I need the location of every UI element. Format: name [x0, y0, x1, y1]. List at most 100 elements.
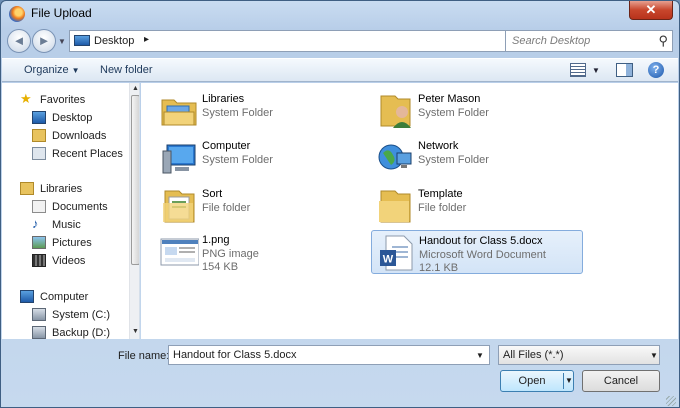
file-name: Network — [418, 140, 459, 152]
drive-icon — [32, 326, 46, 339]
open-options-dropdown-icon[interactable]: ▼ — [565, 371, 573, 391]
file-item-template[interactable]: Template File folder — [371, 184, 583, 228]
drive-icon — [32, 308, 46, 321]
music-icon: ♪ — [32, 216, 39, 231]
search-input[interactable]: Search Desktop — [512, 35, 590, 47]
png-thumbnail-icon — [160, 238, 199, 266]
resize-grip[interactable] — [666, 396, 676, 406]
file-name: Template — [418, 188, 463, 200]
scroll-up-icon[interactable]: ▲ — [131, 85, 139, 94]
file-upload-dialog: File Upload ✕ ◄ ► ▼ Desktop ▸ ▼ ⟳ Search… — [0, 0, 680, 408]
file-name: Libraries — [202, 93, 245, 105]
file-item-network[interactable]: Network System Folder — [371, 136, 583, 180]
address-bar[interactable]: Desktop ▸ ▼ — [69, 30, 517, 52]
file-name: Handout for Class 5.docx — [419, 235, 543, 247]
sidebar-item-label: Favorites — [40, 94, 86, 106]
file-type: System Folder — [202, 107, 273, 119]
organize-label: Organize — [24, 64, 69, 76]
command-bar: Organize ▼ New folder ▼ ? — [2, 58, 678, 82]
desktop-icon — [32, 111, 46, 124]
network-icon — [378, 144, 412, 170]
window-title: File Upload — [31, 6, 92, 20]
preview-pane-icon[interactable] — [616, 63, 633, 77]
back-button[interactable]: ◄ — [7, 29, 31, 53]
folder-icon — [379, 190, 411, 223]
sidebar-item-label: Videos — [52, 255, 86, 267]
breadcrumb-chevron-icon[interactable]: ▸ — [144, 34, 149, 45]
new-folder-button[interactable]: New folder — [100, 64, 153, 76]
help-icon[interactable]: ? — [648, 62, 664, 78]
address-text[interactable]: Desktop — [94, 35, 134, 47]
file-name: Computer — [202, 140, 251, 152]
file-type: System Folder — [202, 154, 273, 166]
close-button[interactable]: ✕ — [629, 1, 673, 20]
svg-text:W: W — [383, 254, 394, 266]
desktop-icon — [74, 35, 90, 46]
file-type: File folder — [202, 202, 251, 214]
file-size: 12.1 KB — [419, 262, 459, 274]
file-item-peter-mason[interactable]: Peter Mason System Folder — [371, 89, 583, 133]
libraries-icon — [20, 182, 34, 195]
sidebar-item-label: Documents — [52, 201, 108, 213]
downloads-folder-icon — [32, 129, 46, 142]
recent-places-icon — [32, 147, 46, 160]
videos-icon — [32, 254, 46, 267]
sidebar-item-label: Libraries — [40, 183, 83, 195]
sidebar-item-label: Desktop — [52, 112, 93, 124]
folder-icon — [163, 190, 195, 223]
file-item-handout-docx[interactable]: W Handout for Class 5.docx Microsoft Wor… — [371, 230, 583, 274]
star-icon: ★ — [20, 91, 32, 106]
file-item-libraries[interactable]: Libraries System Folder — [155, 89, 367, 133]
file-name: Sort — [202, 188, 223, 200]
cancel-button[interactable]: Cancel — [582, 370, 660, 392]
file-item-computer[interactable]: Computer System Folder — [155, 136, 367, 180]
file-type: System Folder — [418, 154, 489, 166]
sidebar-item-label: Pictures — [52, 237, 92, 249]
dialog-footer: File name: Handout for Class 5.docx ▼ Al… — [2, 340, 678, 408]
file-name-input[interactable]: Handout for Class 5.docx — [168, 345, 490, 365]
file-name-dropdown-icon[interactable]: ▼ — [476, 351, 484, 360]
file-name: Peter Mason — [418, 93, 481, 105]
chevron-down-icon: ▼ — [71, 66, 80, 75]
file-size: 154 KB — [202, 261, 239, 273]
computer-icon — [162, 144, 196, 174]
split-divider — [563, 373, 564, 389]
title-bar[interactable]: File Upload ✕ — [1, 1, 679, 27]
sidebar-item-label: System (C:) — [52, 309, 111, 321]
libraries-icon — [161, 99, 197, 126]
file-type-select[interactable]: All Files (*.*) — [498, 345, 660, 365]
file-item-sort[interactable]: Sort File folder — [155, 184, 367, 228]
scroll-down-icon[interactable]: ▼ — [131, 328, 139, 337]
pictures-icon — [32, 236, 46, 249]
sidebar-item-label: Recent Places — [52, 148, 123, 160]
sidebar-item-label: Music — [52, 219, 81, 231]
file-list: Libraries System Folder Peter Mason Syst… — [141, 83, 678, 339]
sidebar-item-label: Downloads — [52, 130, 107, 142]
organize-menu[interactable]: Organize ▼ — [24, 64, 80, 76]
file-type: File folder — [418, 202, 467, 214]
search-icon[interactable]: ⚲ — [658, 33, 668, 49]
documents-icon — [32, 200, 46, 213]
file-name: 1.png — [202, 234, 230, 246]
computer-icon — [20, 290, 34, 303]
forward-button[interactable]: ► — [32, 29, 56, 53]
open-button-label: Open — [518, 375, 546, 387]
file-item-1-png[interactable]: 1.png PNG image 154 KB — [155, 230, 367, 274]
navigation-bar: ◄ ► ▼ Desktop ▸ ▼ ⟳ Search Desktop ⚲ — [7, 29, 673, 53]
change-view-icon[interactable] — [570, 63, 586, 77]
file-type-dropdown-icon[interactable]: ▼ — [650, 351, 658, 360]
word-document-icon: W — [380, 235, 413, 271]
open-button[interactable]: Open ▼ — [500, 370, 574, 392]
user-folder-icon — [380, 95, 411, 128]
file-type: PNG image — [202, 248, 259, 260]
file-name-label: File name: — [118, 350, 170, 362]
search-box[interactable]: Search Desktop ⚲ — [505, 30, 673, 52]
sidebar-item-label: Backup (D:) — [52, 327, 111, 339]
view-options-dropdown-icon[interactable]: ▼ — [592, 66, 600, 75]
recent-pages-dropdown-icon[interactable]: ▼ — [58, 37, 66, 46]
navigation-pane: ★ Favorites Desktop Downloads Recent Pla… — [2, 83, 140, 339]
firefox-icon — [9, 6, 25, 22]
scrollbar-thumb[interactable] — [131, 95, 139, 265]
sidebar-scrollbar[interactable]: ▲ ▼ — [129, 83, 139, 339]
file-type: Microsoft Word Document — [419, 249, 546, 261]
